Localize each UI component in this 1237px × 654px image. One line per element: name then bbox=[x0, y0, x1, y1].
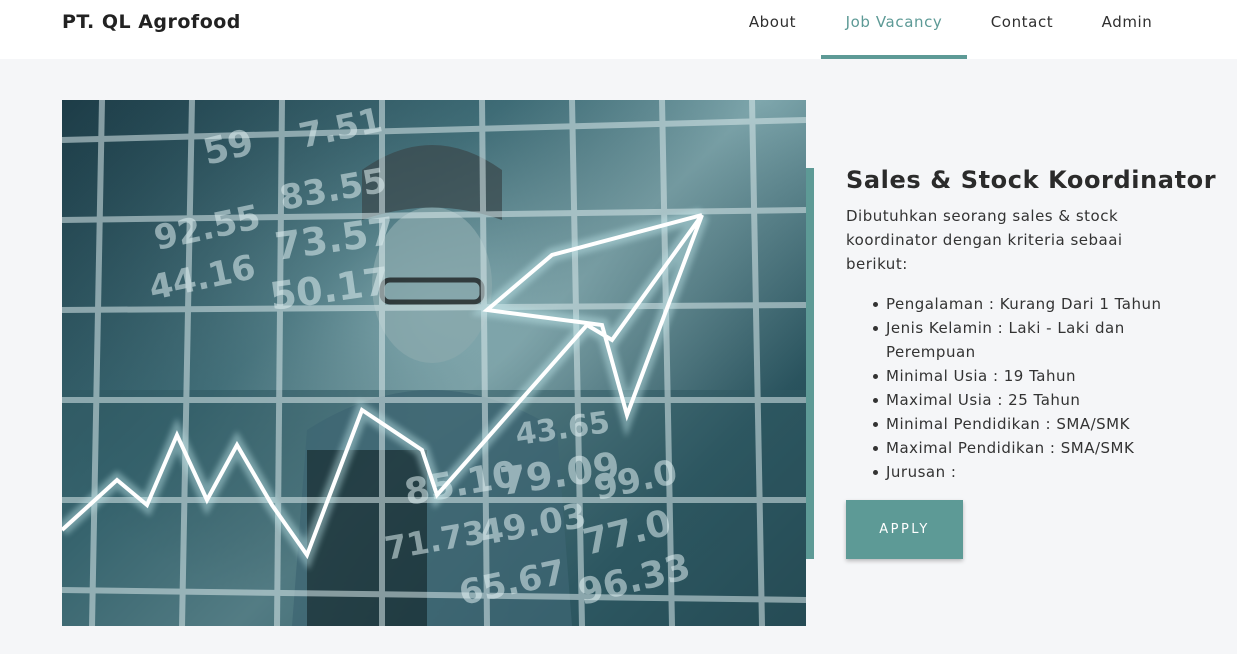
requirements-list: Pengalaman : Kurang Dari 1 Tahun Jenis K… bbox=[873, 292, 1186, 484]
nav-admin-label: Admin bbox=[1101, 13, 1153, 31]
job-description: Dibutuhkan seorang sales & stock koordin… bbox=[846, 207, 1123, 273]
nav-job-vacancy[interactable]: Job Vacancy bbox=[821, 0, 967, 59]
apply-button[interactable]: APPLY bbox=[846, 500, 963, 559]
nav-contact[interactable]: Contact bbox=[980, 0, 1064, 59]
nav-contact-label: Contact bbox=[990, 13, 1054, 31]
requirement-item: Jurusan : bbox=[873, 460, 1186, 484]
nav-about-label: About bbox=[748, 13, 797, 31]
nav-job-vacancy-label: Job Vacancy bbox=[845, 13, 943, 31]
accent-bar bbox=[806, 168, 814, 559]
requirement-item: Minimal Pendidikan : SMA/SMK bbox=[873, 412, 1186, 436]
requirement-item: Pengalaman : Kurang Dari 1 Tahun bbox=[873, 292, 1186, 316]
brand-logo-text[interactable]: PT. QL Agrofood bbox=[62, 11, 241, 33]
requirement-item: Maximal Pendidikan : SMA/SMK bbox=[873, 436, 1186, 460]
nav-admin[interactable]: Admin bbox=[1090, 0, 1164, 59]
requirement-item: Minimal Usia : 19 Tahun bbox=[873, 364, 1186, 388]
requirement-item: Jenis Kelamin : Laki - Laki dan Perempua… bbox=[873, 316, 1186, 364]
job-hero-image: 59 7.51 83.55 73.57 50.17 92.55 44.16 79… bbox=[62, 100, 806, 626]
requirement-item: Maximal Usia : 25 Tahun bbox=[873, 388, 1186, 412]
nav-about[interactable]: About bbox=[735, 0, 810, 59]
active-nav-indicator bbox=[821, 55, 967, 59]
top-navbar: PT. QL Agrofood About Job Vacancy Contac… bbox=[0, 0, 1237, 59]
stock-chart-illustration: 59 7.51 83.55 73.57 50.17 92.55 44.16 79… bbox=[62, 100, 806, 626]
job-title: Sales & Stock Koordinator bbox=[846, 166, 1217, 194]
